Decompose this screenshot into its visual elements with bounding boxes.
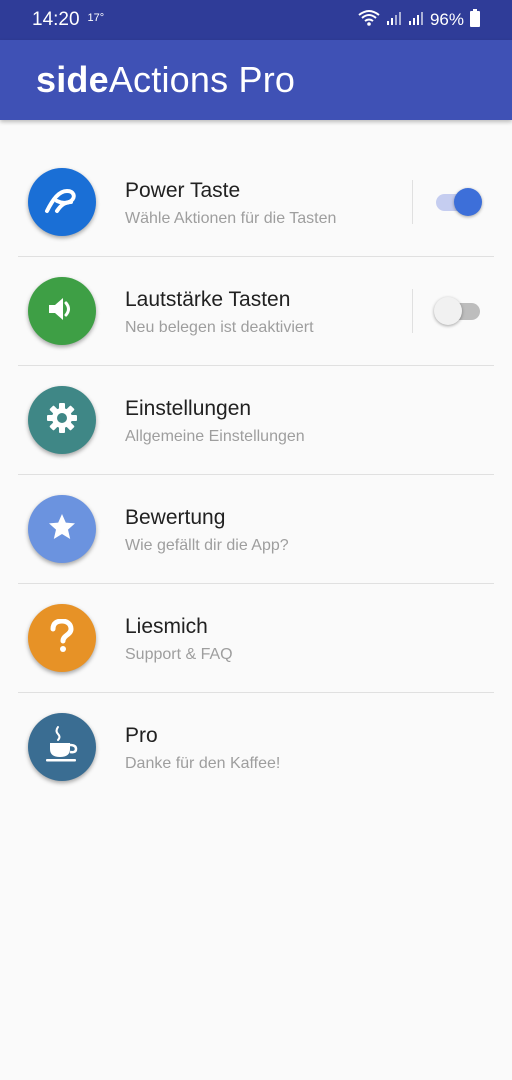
power-taste-texts: Power Taste Wähle Aktionen für die Taste… [125, 179, 336, 229]
app-title-rest: Actions Pro [108, 59, 296, 100]
battery-percent: 96% [429, 10, 464, 29]
pro-texts: Pro Danke für den Kaffee! [125, 724, 280, 774]
status-icons: 96% [358, 8, 480, 32]
app-title: sideActions Pro [36, 59, 295, 101]
list-item-lautstaerke-tasten[interactable]: Lautstärke Tasten Neu belegen ist deakti… [0, 257, 512, 366]
menu-list: Power Taste Wähle Aktionen für die Taste… [0, 148, 512, 802]
power-curve-icon [43, 185, 81, 220]
vertical-divider [412, 289, 413, 333]
status-time: 14:20 [32, 9, 80, 30]
item-subtitle: Neu belegen ist deaktiviert [125, 319, 314, 336]
list-item-bewertung[interactable]: Bewertung Wie gefällt dir die App? [0, 475, 512, 584]
lautstaerke-texts: Lautstärke Tasten Neu belegen ist deakti… [125, 288, 314, 338]
speaker-icon [46, 295, 78, 328]
item-title: Power Taste [125, 179, 241, 202]
list-item-einstellungen[interactable]: Einstellungen Allgemeine Einstellungen [0, 366, 512, 475]
lautstaerke-icon-circle [28, 277, 96, 345]
item-title: Bewertung [125, 506, 226, 529]
toggle-thumb [434, 297, 462, 325]
item-title: Pro [125, 724, 158, 747]
power-taste-icon-circle [28, 168, 96, 236]
pro-icon-circle [28, 713, 96, 781]
item-title: Liesmich [125, 615, 208, 638]
wifi-icon [358, 9, 380, 32]
star-icon [47, 512, 77, 547]
item-title: Lautstärke Tasten [125, 288, 291, 311]
bewertung-icon-circle [28, 495, 96, 563]
item-subtitle: Wie gefällt dir die App? [125, 537, 289, 554]
list-item-liesmich[interactable]: Liesmich Support & FAQ [0, 584, 512, 693]
app-bar: sideActions Pro [0, 40, 512, 120]
einstellungen-icon-circle [28, 386, 96, 454]
status-bar: 14:20 17° 96% [0, 0, 512, 40]
battery-icon [470, 8, 480, 32]
liesmich-icon-circle [28, 604, 96, 672]
signal-icon [386, 10, 402, 31]
signal-icon [408, 10, 424, 31]
item-title: Einstellungen [125, 397, 252, 420]
einstellungen-texts: Einstellungen Allgemeine Einstellungen [125, 397, 305, 447]
gear-icon [46, 402, 78, 439]
vertical-divider [412, 180, 413, 224]
app-title-bold: side [36, 59, 109, 100]
coffee-cup-icon [43, 725, 81, 770]
item-subtitle: Wähle Aktionen für die Tasten [125, 210, 337, 227]
item-subtitle: Danke für den Kaffee! [125, 755, 281, 772]
item-subtitle: Support & FAQ [125, 646, 233, 663]
status-temperature: 17° [87, 12, 105, 24]
lautstaerke-toggle[interactable] [434, 297, 482, 325]
list-item-power-taste[interactable]: Power Taste Wähle Aktionen für die Taste… [0, 148, 512, 257]
power-taste-toggle[interactable] [434, 188, 482, 216]
bewertung-texts: Bewertung Wie gefällt dir die App? [125, 506, 289, 556]
liesmich-texts: Liesmich Support & FAQ [125, 615, 233, 665]
question-mark-icon [49, 617, 75, 658]
list-item-pro[interactable]: Pro Danke für den Kaffee! [0, 693, 512, 802]
toggle-thumb [454, 188, 482, 216]
item-subtitle: Allgemeine Einstellungen [125, 428, 305, 445]
